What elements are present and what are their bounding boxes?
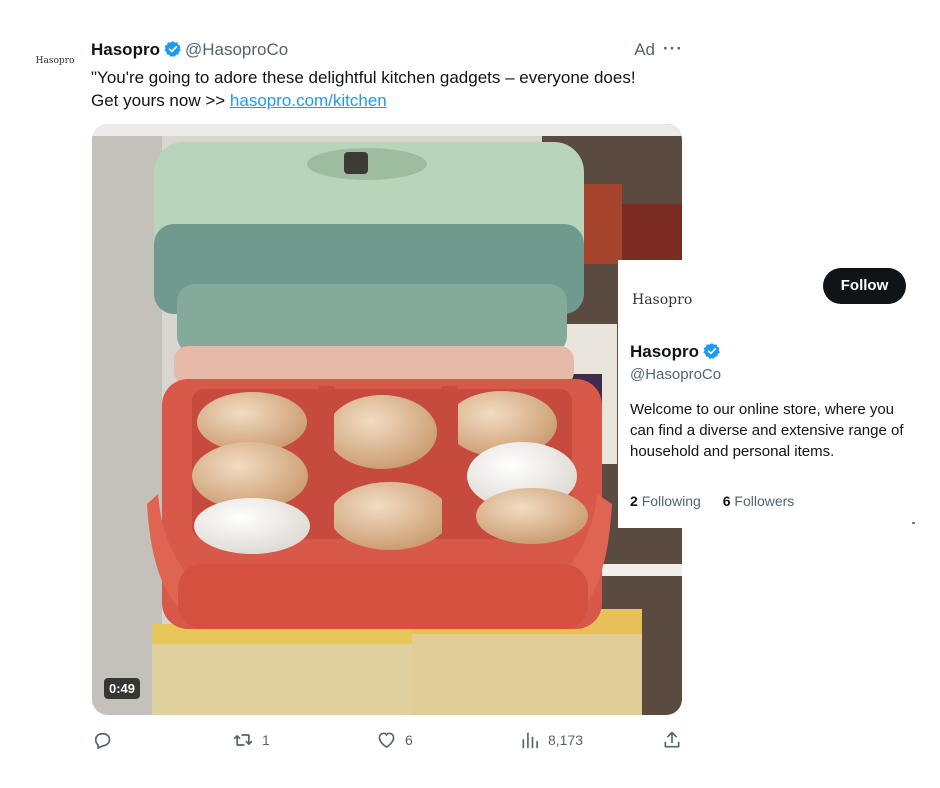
video-player[interactable]: 0:49 [92,124,682,715]
verified-badge-icon [164,40,182,63]
views-button[interactable]: 8,173 [520,730,583,750]
profile-card-bio: Welcome to our online store, where you c… [630,401,904,460]
tweet[interactable]: Hasopro Hasopro @HasoproCo Ad ··· "You're… [0,0,700,788]
following-link[interactable]: 2 Following [630,493,701,509]
follow-button[interactable]: Follow [823,268,906,304]
display-name[interactable]: Hasopro [91,40,160,59]
tweet-text: "You're going to adore these delightful … [91,66,691,112]
ad-label: Ad [634,40,655,59]
share-button[interactable] [662,730,682,750]
followers-link[interactable]: 6 Followers [723,493,795,509]
action-bar: 1 6 8,173 [92,730,682,756]
like-count: 6 [405,732,413,748]
views-icon [520,730,540,750]
share-icon [662,730,682,750]
tweet-text-prefix: Get yours now >> [91,91,230,110]
video-thumbnail [92,124,682,715]
verified-badge-icon [703,342,721,365]
profile-card-stats: 2 Following 6 Followers [630,493,812,509]
followers-label: Followers [734,493,795,509]
tweet-link[interactable]: hasopro.com/kitchen [230,91,387,110]
tweet-text-line1: "You're going to adore these delightful … [91,68,636,87]
tweet-header: Hasopro @HasoproCo Ad ··· [91,39,683,63]
tweet-text-line2: Get yours now >> hasopro.com/kitchen [91,89,691,112]
following-count: 2 [630,493,638,509]
divider [912,522,915,524]
video-duration: 0:49 [104,678,141,699]
more-icon[interactable]: ··· [663,39,683,59]
like-button[interactable]: 6 [376,730,413,750]
retweet-button[interactable]: 1 [232,730,270,750]
reply-icon [92,730,112,750]
like-icon [376,730,397,750]
avatar[interactable]: Hasopro [32,56,78,66]
views-count: 8,173 [548,732,584,748]
following-label: Following [641,493,701,509]
handle[interactable]: @HasoproCo [185,40,288,59]
followers-count: 6 [722,493,731,509]
retweet-count: 1 [262,732,270,748]
reply-button[interactable] [92,730,120,750]
retweet-icon [232,730,254,750]
profile-hover-card: Hasopro Follow Hasopro @HasoproCo Welcom… [618,260,940,528]
profile-card-handle[interactable]: @HasoproCo [630,366,721,383]
profile-card-logo[interactable]: Hasopro [632,292,692,308]
profile-card-name[interactable]: Hasopro [630,342,724,365]
profile-card-name-text[interactable]: Hasopro [630,342,699,361]
